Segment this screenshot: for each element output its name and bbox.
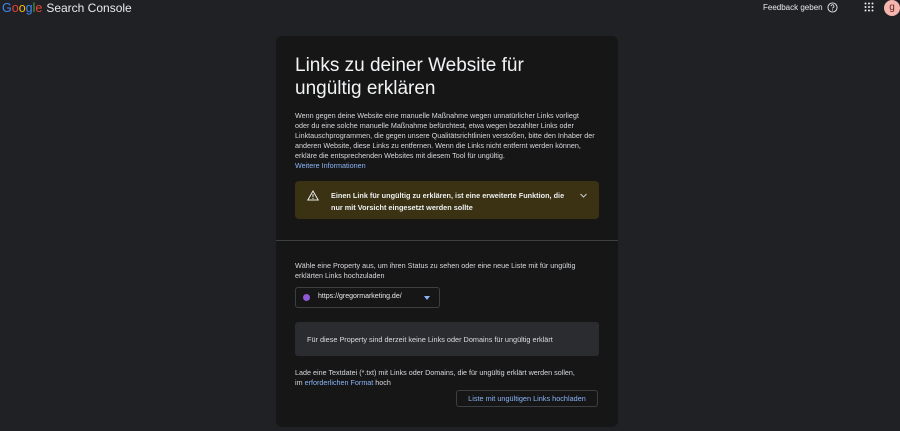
empty-state-box: Für diese Property sind derzeit keine Li… [295, 322, 599, 356]
intro-paragraph: Wenn gegen deine Website eine manuelle M… [295, 111, 595, 160]
top-bar: Google Search Console Feedback geben g [0, 0, 900, 18]
property-prompt: Wähle eine Property aus, um ihren Status… [295, 261, 576, 280]
logo-letter: o [18, 1, 26, 15]
product-name: Search Console [46, 1, 132, 15]
logo-letter: o [11, 1, 19, 15]
warning-banner[interactable]: Einen Link für ungültig zu erklären, ist… [295, 181, 599, 219]
property-select[interactable]: https://gregormarketing.de/ [295, 287, 440, 308]
divider [276, 240, 618, 241]
property-value: https://gregormarketing.de/ [318, 293, 402, 300]
empty-state-text: Für diese Property sind derzeit keine Li… [307, 335, 553, 344]
property-favicon [303, 294, 310, 301]
intro-text: Wenn gegen deine Website eine manuelle M… [295, 111, 595, 171]
upload-instructions: Lade eine Textdatei (*.txt) mit Links od… [295, 368, 575, 388]
logo-letter: g [25, 1, 33, 15]
upload-disavow-list-button[interactable]: Liste mit ungültigen Links hochladen [456, 390, 598, 407]
avatar[interactable]: g [884, 0, 900, 16]
chevron-down-icon[interactable] [579, 191, 588, 200]
dropdown-arrow-icon [424, 296, 430, 300]
more-info-link[interactable]: Weitere Informationen [295, 161, 366, 170]
required-format-link[interactable]: erforderlichen Format [305, 378, 374, 387]
search-console-logo[interactable]: Google Search Console [2, 1, 132, 15]
disavow-card: Links zu deiner Website für ungültig erk… [276, 36, 618, 427]
page-title: Links zu deiner Website für ungültig erk… [295, 55, 524, 99]
warning-icon [307, 190, 319, 201]
upload-text-post: hoch [373, 378, 391, 387]
logo-letter: e [35, 1, 43, 15]
feedback-link[interactable]: Feedback geben [763, 3, 823, 12]
logo-letter: G [2, 1, 12, 15]
help-icon[interactable] [827, 2, 838, 13]
warning-text: Einen Link für ungültig zu erklären, ist… [331, 191, 565, 212]
apps-icon[interactable] [864, 2, 874, 12]
